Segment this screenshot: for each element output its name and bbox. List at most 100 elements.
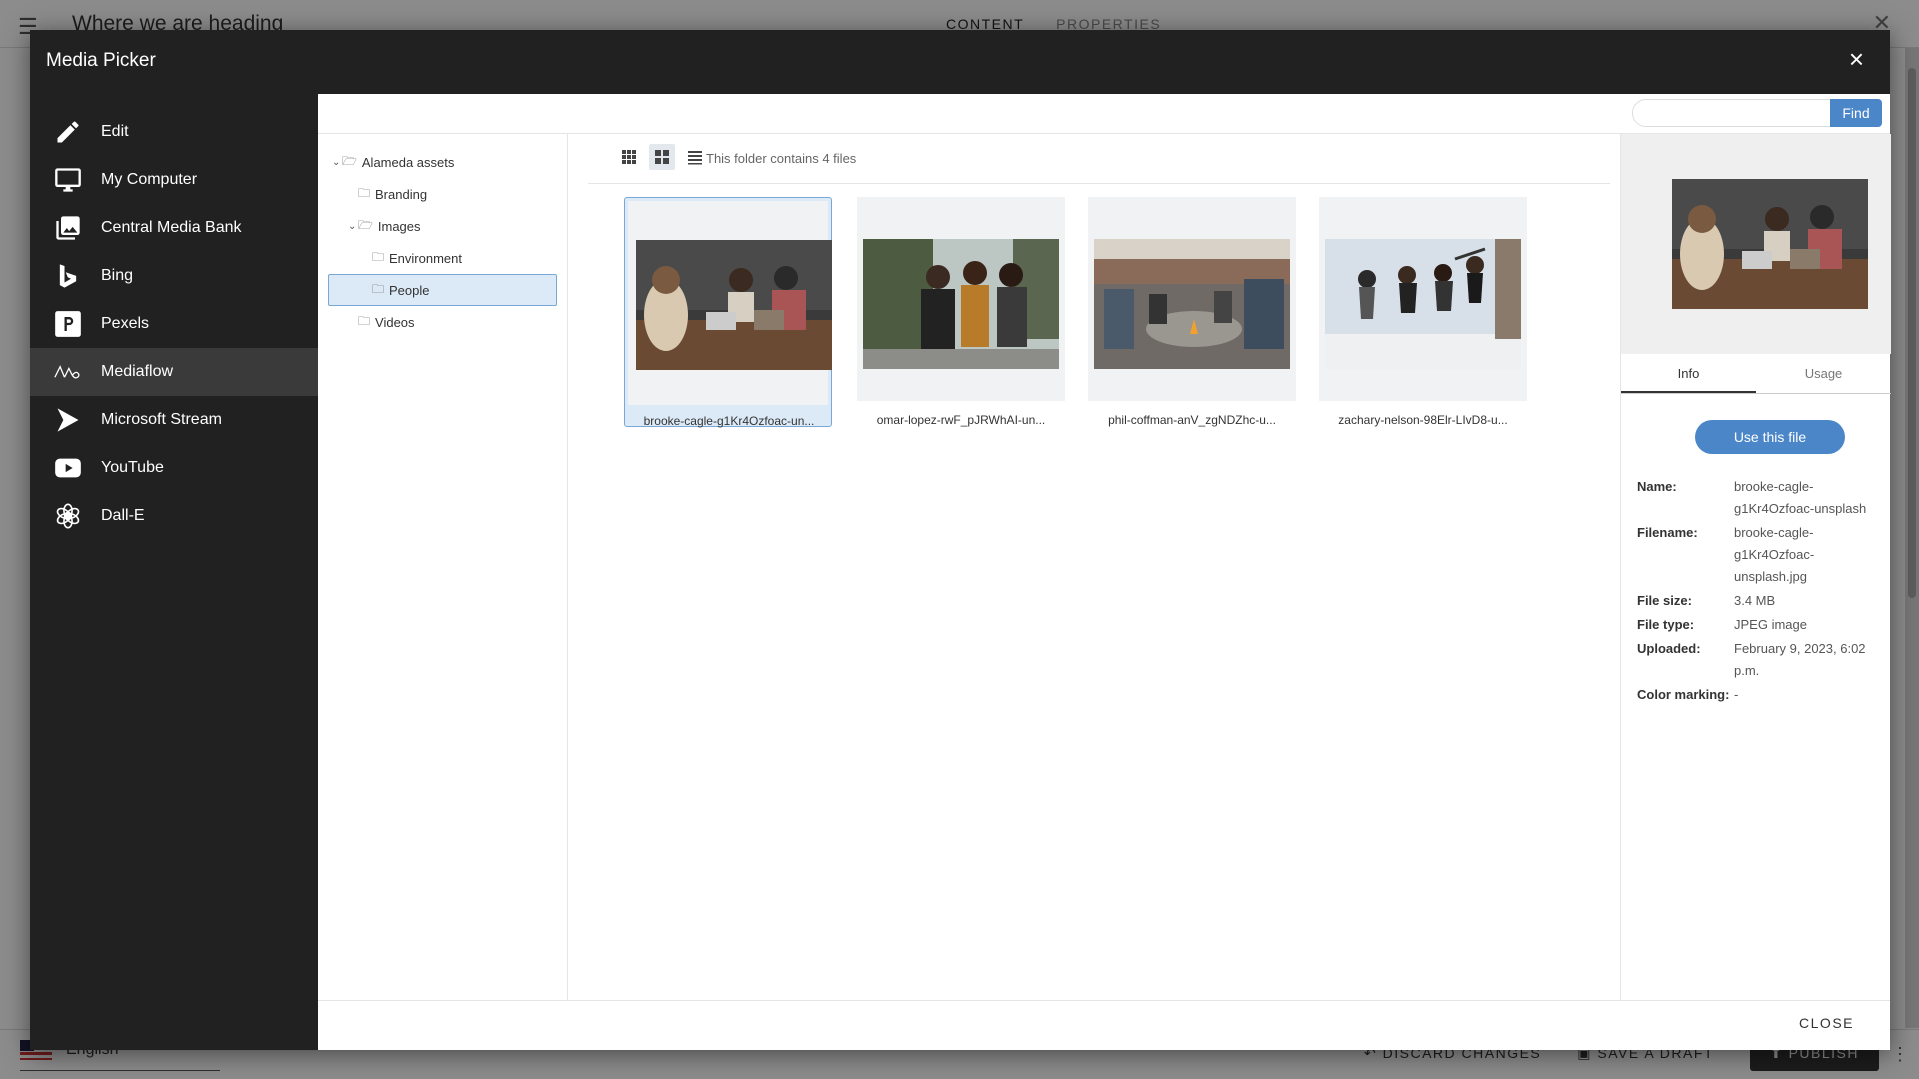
file-name: phil-coffman-anV_zgNDZhc-u... bbox=[1108, 413, 1276, 427]
file-card[interactable]: brooke-cagle-g1Kr4Ozfoac-un... bbox=[624, 197, 832, 428]
metadata-key: File type: bbox=[1637, 617, 1695, 632]
metadata-row: File type: JPEG image bbox=[1637, 614, 1882, 636]
sidebar-item-my-computer[interactable]: My Computer bbox=[30, 156, 318, 204]
sidebar-item-mediaflow[interactable]: Mediaflow bbox=[30, 348, 318, 396]
folder-tree: ⌄ 🗁 Alameda assets 🗀 Branding ⌄ 🗁 Images… bbox=[318, 134, 568, 1000]
file-name: zachary-nelson-98Elr-LIvD8-u... bbox=[1338, 413, 1508, 427]
sidebar-item-pexels[interactable]: Pexels bbox=[30, 300, 318, 348]
tree-node-label: Branding bbox=[375, 186, 428, 202]
dialog-title: Media Picker bbox=[46, 50, 156, 71]
stream-icon bbox=[52, 404, 84, 436]
tree-node-people[interactable]: 🗀 People bbox=[328, 274, 557, 306]
file-thumbnail bbox=[863, 239, 1059, 369]
folder-icon: 🗀 bbox=[372, 249, 385, 264]
metadata-key: Uploaded: bbox=[1637, 641, 1701, 656]
sidebar-item-dall-e[interactable]: Dall-E bbox=[30, 492, 318, 540]
tree-node-videos[interactable]: 🗀 Videos bbox=[318, 306, 567, 338]
file-name: brooke-cagle-g1Kr4Ozfoac-un... bbox=[643, 414, 815, 428]
sidebar-item-bing[interactable]: Bing bbox=[30, 252, 318, 300]
metadata-row: Uploaded: February 9, 2023, 6:02 p.m. bbox=[1637, 638, 1882, 682]
close-icon[interactable]: × bbox=[1849, 46, 1864, 72]
file-name: omar-lopez-rwF_pJRWhAI-un... bbox=[876, 413, 1046, 427]
folder-file-count: This folder contains 4 files bbox=[706, 151, 857, 166]
media-picker-dialog: Media Picker × Edit My Computer Central … bbox=[30, 30, 1891, 1050]
file-thumbnail bbox=[636, 240, 832, 370]
tree-node-alameda-assets[interactable]: ⌄ 🗁 Alameda assets bbox=[318, 146, 567, 178]
metadata-value: February 9, 2023, 6:02 p.m. bbox=[1734, 641, 1866, 678]
search-input[interactable] bbox=[1632, 99, 1832, 127]
metadata-row: Filename: brooke-cagle-g1Kr4Ozfoac-unspl… bbox=[1637, 522, 1882, 588]
file-thumbnail bbox=[1094, 239, 1290, 369]
sidebar-item-label: Dall-E bbox=[101, 507, 145, 524]
mediaflow-icon bbox=[52, 356, 84, 388]
sidebar-item-label: Mediaflow bbox=[101, 363, 174, 380]
folder-icon: 🗀 bbox=[358, 313, 371, 328]
metadata-key: Name: bbox=[1637, 479, 1677, 494]
sidebar-item-label: Pexels bbox=[101, 315, 150, 332]
folder-open-icon: 🗁 bbox=[342, 153, 357, 168]
source-sidebar: Edit My Computer Central Media Bank Bing… bbox=[30, 94, 318, 1050]
file-thumbnail bbox=[1325, 239, 1521, 369]
tree-node-label: Environment bbox=[389, 250, 462, 266]
metadata-row: File size: 3.4 MB bbox=[1637, 590, 1882, 612]
list-view-icon[interactable] bbox=[682, 144, 708, 170]
sidebar-item-microsoft-stream[interactable]: Microsoft Stream bbox=[30, 396, 318, 444]
tree-node-branding[interactable]: 🗀 Branding bbox=[318, 178, 567, 210]
folder-icon: 🗀 bbox=[358, 185, 371, 200]
pencil-icon bbox=[52, 116, 84, 148]
file-card[interactable]: phil-coffman-anV_zgNDZhc-u... bbox=[1088, 197, 1296, 427]
sidebar-item-youtube[interactable]: YouTube bbox=[30, 444, 318, 492]
tab-usage[interactable]: Usage bbox=[1756, 354, 1891, 393]
sidebar-item-label: Microsoft Stream bbox=[101, 411, 222, 428]
pexels-icon bbox=[52, 308, 84, 340]
monitor-icon bbox=[52, 164, 84, 196]
metadata-key: Color marking: bbox=[1637, 687, 1730, 702]
sidebar-item-central-media-bank[interactable]: Central Media Bank bbox=[30, 204, 318, 252]
preview-image bbox=[1672, 179, 1868, 309]
images-icon bbox=[52, 212, 84, 244]
folder-icon: 🗀 bbox=[372, 281, 385, 296]
search-bar: Find bbox=[318, 94, 1890, 134]
tree-node-images[interactable]: ⌄ 🗁 Images bbox=[318, 210, 567, 242]
chevron-down-icon[interactable]: ⌄ bbox=[348, 221, 358, 232]
folder-open-icon: 🗁 bbox=[358, 217, 373, 232]
picker-content: Find ⌄ 🗁 Alameda assets 🗀 Branding ⌄ 🗁 I… bbox=[318, 94, 1891, 1050]
file-card[interactable]: zachary-nelson-98Elr-LIvD8-u... bbox=[1319, 197, 1527, 427]
file-details-panel: Info Usage Use this file Name: brooke-ca… bbox=[1620, 134, 1891, 1000]
tree-node-label: People bbox=[389, 282, 430, 298]
metadata-key: File size: bbox=[1637, 593, 1692, 608]
dialog-header: Media Picker × bbox=[30, 30, 1890, 94]
metadata-value: 3.4 MB bbox=[1734, 593, 1776, 608]
view-toolbar: This folder contains 4 files bbox=[588, 134, 1610, 184]
tree-node-label: Alameda assets bbox=[361, 154, 455, 170]
file-card[interactable]: omar-lopez-rwF_pJRWhAI-un... bbox=[857, 197, 1065, 427]
details-tabs: Info Usage bbox=[1621, 354, 1891, 394]
small-grid-view-icon[interactable] bbox=[616, 144, 642, 170]
metadata-key: Filename: bbox=[1637, 525, 1698, 540]
preview-area bbox=[1621, 134, 1891, 354]
tree-node-label: Videos bbox=[375, 314, 415, 330]
sidebar-item-label: My Computer bbox=[101, 171, 198, 188]
tab-info[interactable]: Info bbox=[1621, 354, 1756, 393]
file-metadata: Name: brooke-cagle-g1Kr4Ozfoac-unsplash … bbox=[1637, 476, 1882, 708]
sidebar-item-edit[interactable]: Edit bbox=[30, 108, 318, 156]
large-grid-view-icon[interactable] bbox=[649, 144, 675, 170]
dialog-footer: CLOSE bbox=[318, 1000, 1890, 1050]
find-button[interactable]: Find bbox=[1830, 99, 1882, 127]
bing-icon bbox=[52, 260, 84, 292]
file-browser: This folder contains 4 files brooke-cagl… bbox=[588, 134, 1610, 1000]
metadata-value: brooke-cagle-g1Kr4Ozfoac-unsplash bbox=[1734, 479, 1867, 516]
youtube-icon bbox=[52, 452, 84, 484]
use-this-file-button[interactable]: Use this file bbox=[1695, 420, 1845, 454]
tree-node-environment[interactable]: 🗀 Environment bbox=[318, 242, 567, 274]
metadata-value: brooke-cagle-g1Kr4Ozfoac-unsplash.jpg bbox=[1734, 525, 1815, 584]
close-button[interactable]: CLOSE bbox=[1793, 1014, 1860, 1032]
sidebar-item-label: YouTube bbox=[101, 459, 164, 476]
sidebar-item-label: Edit bbox=[101, 123, 129, 140]
sidebar-item-label: Central Media Bank bbox=[101, 219, 242, 236]
sidebar-item-label: Bing bbox=[101, 267, 134, 284]
tree-node-label: Images bbox=[377, 218, 421, 234]
metadata-value: - bbox=[1734, 687, 1739, 702]
metadata-row: Name: brooke-cagle-g1Kr4Ozfoac-unsplash bbox=[1637, 476, 1882, 520]
chevron-down-icon[interactable]: ⌄ bbox=[332, 157, 342, 168]
